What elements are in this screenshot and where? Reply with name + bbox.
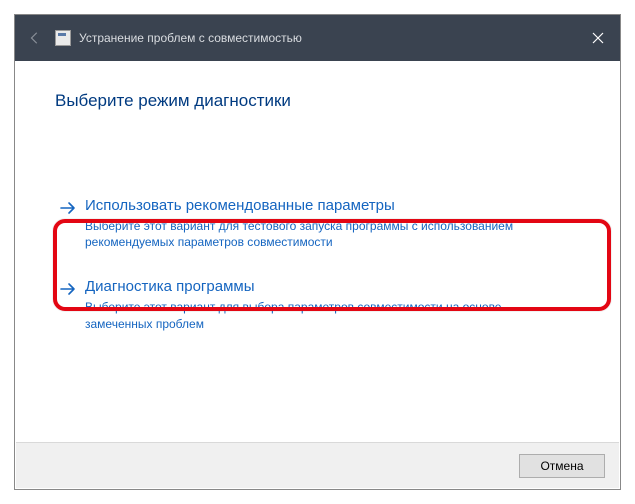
footer: Отмена: [16, 442, 619, 488]
arrow-right-icon: [59, 199, 77, 222]
back-button[interactable]: [15, 31, 55, 45]
wizard-icon: [55, 30, 71, 46]
window-title: Устранение проблем с совместимостью: [79, 31, 576, 45]
option-text: Диагностика программы Выберите этот вари…: [85, 278, 555, 331]
option-program-diagnostics[interactable]: Диагностика программы Выберите этот вари…: [55, 272, 580, 341]
cancel-button[interactable]: Отмена: [519, 454, 605, 478]
option-description: Выберите этот вариант для тестового запу…: [85, 218, 555, 250]
option-recommended-settings[interactable]: Использовать рекомендованные параметры В…: [55, 191, 580, 260]
content-area: Выберите режим диагностики Использовать …: [15, 61, 620, 441]
close-button[interactable]: [576, 15, 620, 61]
titlebar: Устранение проблем с совместимостью: [15, 15, 620, 61]
option-title: Диагностика программы: [85, 278, 555, 295]
close-icon: [592, 32, 604, 44]
arrow-right-icon: [59, 280, 77, 303]
option-text: Использовать рекомендованные параметры В…: [85, 197, 555, 250]
wizard-window: Устранение проблем с совместимостью Выбе…: [14, 14, 621, 490]
page-heading: Выберите режим диагностики: [55, 91, 580, 111]
back-arrow-icon: [28, 31, 42, 45]
option-title: Использовать рекомендованные параметры: [85, 197, 555, 214]
option-description: Выберите этот вариант для выбора парамет…: [85, 299, 555, 331]
